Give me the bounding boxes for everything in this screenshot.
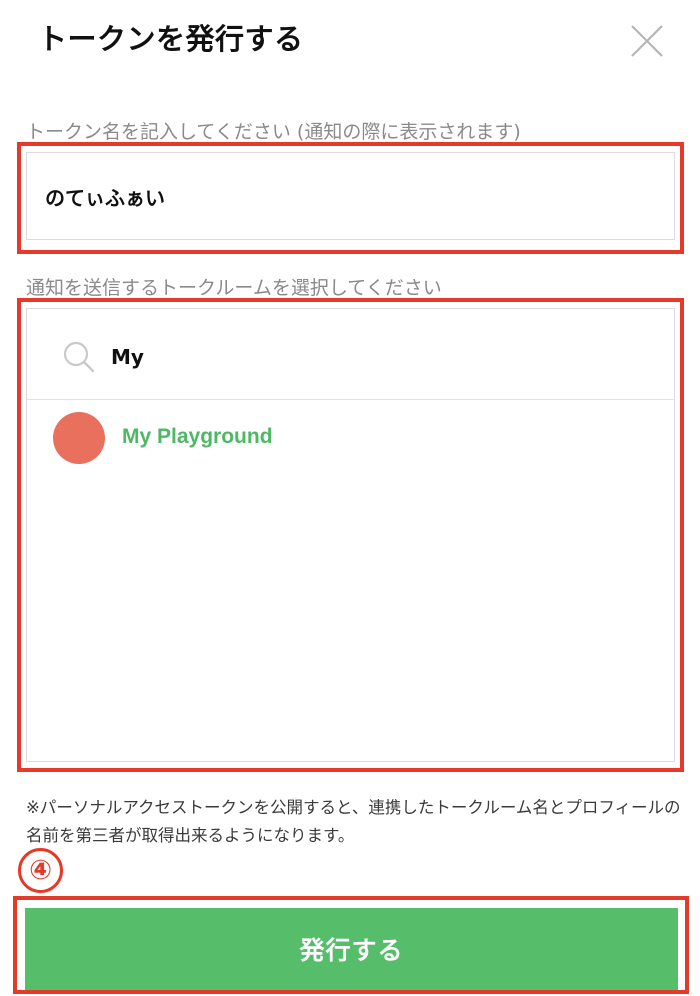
talk-room-search-input[interactable]: [111, 337, 631, 377]
token-name-label: トークン名を記入してください (通知の際に表示されます): [26, 121, 521, 143]
search-icon: [63, 341, 95, 373]
close-icon: [631, 25, 663, 57]
token-issue-dialog: トークンを発行する トークン名を記入してください (通知の際に表示されます) 通…: [0, 0, 700, 996]
talk-room-label: 通知を送信するトークルームを選択してください: [26, 277, 442, 299]
avatar: [53, 412, 105, 464]
talk-room-name: My Playground: [122, 425, 273, 448]
step-marker: ④: [18, 848, 63, 893]
privacy-notice: ※パーソナルアクセストークンを公開すると、連携したトークルーム名とプロフィールの…: [26, 798, 681, 845]
issue-token-button[interactable]: 発行する: [25, 908, 678, 990]
dialog-title: トークンを発行する: [38, 22, 304, 56]
token-name-input[interactable]: [26, 152, 675, 240]
talk-room-panel: My Playground: [26, 308, 675, 762]
talk-room-item[interactable]: My Playground: [27, 401, 674, 481]
talk-room-search: [27, 309, 674, 400]
close-button[interactable]: [628, 22, 666, 60]
